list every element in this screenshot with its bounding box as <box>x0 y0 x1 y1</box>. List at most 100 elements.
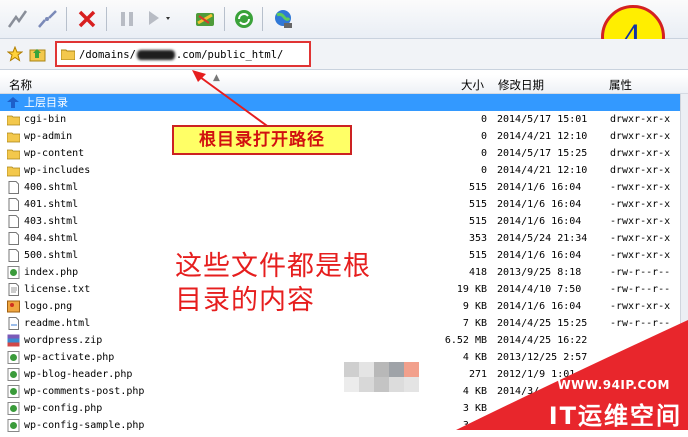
file-attributes: -rwxr-xr-x <box>610 216 671 227</box>
php-file-icon <box>7 351 20 364</box>
column-name[interactable]: 名称 <box>9 77 32 93</box>
watermark-url: WWW.94IP.COM <box>557 378 670 392</box>
file-attributes: -rw-r--r-- <box>610 267 671 278</box>
file-attributes: -rwxr-xr-x <box>610 233 671 244</box>
parent-up-icon <box>7 96 20 109</box>
file-modified: 2014/4/21 12:10 <box>497 165 588 176</box>
transfer-icon[interactable] <box>192 6 218 32</box>
file-attributes: -rwxr-xr-x <box>610 301 671 312</box>
php-file-icon <box>7 385 20 398</box>
contents-annotation-line1: 这些文件都是根 <box>175 251 371 282</box>
file-size: 9 KB <box>462 301 487 312</box>
file-name: wp-blog-header.php <box>24 369 133 380</box>
folder-icon <box>6 130 21 143</box>
file-attributes: drwxr-xr-x <box>610 148 671 159</box>
file-modified: 2014/1/6 16:04 <box>497 250 582 261</box>
file-attributes: -rw-r--r-- <box>610 284 671 295</box>
path-input[interactable]: /domains/ .com/public_html/ <box>55 41 311 67</box>
globe-icon[interactable] <box>270 6 296 32</box>
watermark-title: IT运维空间 <box>548 402 682 430</box>
file-name: wp-activate.php <box>24 352 115 363</box>
file-name: readme.html <box>24 318 91 329</box>
file-name: 403.shtml <box>24 216 79 227</box>
table-row[interactable]: 404.shtml 353 2014/5/24 21:34 -rwxr-xr-x <box>0 230 688 247</box>
file-name: wp-config-sample.php <box>24 420 145 431</box>
file-icon <box>7 232 20 245</box>
table-row[interactable]: wp-includes 0 2014/4/21 12:10 drwxr-xr-x <box>0 162 688 179</box>
file-modified: 2014/1/6 16:04 <box>497 301 582 312</box>
address-bar: /domains/ .com/public_html/ <box>0 39 688 70</box>
file-name: wp-content <box>24 148 85 159</box>
contents-annotation: 这些文件都是根 目录的内容 <box>175 250 371 318</box>
file-attributes: drwxr-xr-x <box>610 114 671 125</box>
file-name: wp-includes <box>24 165 91 176</box>
php-file-icon <box>7 368 20 381</box>
connect-icon[interactable] <box>4 6 30 32</box>
file-name: license.txt <box>24 284 91 295</box>
text-file-icon <box>7 283 20 296</box>
html-file-icon <box>7 317 20 330</box>
php-file-icon <box>7 266 20 279</box>
file-modified: 2014/1/6 16:04 <box>497 182 582 193</box>
file-attributes: drwxr-xr-x <box>610 165 671 176</box>
file-size: 0 <box>480 131 487 142</box>
folder-icon <box>6 164 21 177</box>
column-size[interactable]: 大小 <box>461 77 484 93</box>
table-row[interactable]: 403.shtml 515 2014/1/6 16:04 -rwxr-xr-x <box>0 213 688 230</box>
table-row[interactable]: 400.shtml 515 2014/1/6 16:04 -rwxr-xr-x <box>0 179 688 196</box>
file-size: 0 <box>480 165 487 176</box>
file-size: 515 <box>468 250 487 261</box>
path-suffix: .com/public_html/ <box>175 49 284 61</box>
zip-file-icon <box>7 334 20 347</box>
folder-icon <box>6 147 21 160</box>
php-file-icon <box>7 402 20 415</box>
file-name: 401.shtml <box>24 199 79 210</box>
file-name: logo.png <box>24 301 73 312</box>
file-name: cgi-bin <box>24 114 67 125</box>
file-size: 418 <box>468 267 487 278</box>
file-attributes: -rwxr-xr-x <box>610 199 671 210</box>
file-name: wp-admin <box>24 131 73 142</box>
file-modified: 2014/4/10 7:50 <box>497 284 582 295</box>
toolbar <box>0 0 688 39</box>
up-folder-icon[interactable] <box>29 45 47 66</box>
column-modified[interactable]: 修改日期 <box>498 77 544 93</box>
file-name: index.php <box>24 267 79 278</box>
stop-icon[interactable] <box>74 6 100 32</box>
file-size: 353 <box>468 233 487 244</box>
folder-icon <box>60 48 76 63</box>
file-name: 404.shtml <box>24 233 79 244</box>
file-attributes: -rwxr-xr-x <box>610 182 671 193</box>
file-attributes: drwxr-xr-x <box>610 131 671 142</box>
favorites-star-icon[interactable] <box>6 45 24 65</box>
sort-up-icon: ▲ <box>213 73 220 83</box>
file-modified: 2014/4/21 12:10 <box>497 131 588 142</box>
file-list-header: 名称 ▲ 大小 修改日期 属性 <box>0 73 688 94</box>
refresh-icon[interactable] <box>231 6 257 32</box>
pause-icon[interactable] <box>114 6 140 32</box>
disconnect-icon[interactable] <box>34 6 60 32</box>
redacted-domain <box>136 50 175 60</box>
file-icon <box>7 215 20 228</box>
file-icon <box>7 181 20 194</box>
file-size: 19 KB <box>456 284 487 295</box>
parent-directory-row[interactable]: 上层目录 <box>0 94 688 111</box>
file-modified: 2014/5/17 15:01 <box>497 114 588 125</box>
root-path-callout: 根目录打开路径 <box>172 125 352 155</box>
contents-annotation-line2: 目录的内容 <box>175 285 315 316</box>
file-size: 0 <box>480 148 487 159</box>
file-size: 515 <box>468 216 487 227</box>
file-icon <box>7 198 20 211</box>
table-row[interactable]: 401.shtml 515 2014/1/6 16:04 -rwxr-xr-x <box>0 196 688 213</box>
play-icon[interactable] <box>144 6 170 32</box>
file-name: wp-config.php <box>24 403 103 414</box>
folder-icon <box>6 113 21 126</box>
column-attributes[interactable]: 属性 <box>609 77 632 93</box>
file-name: 400.shtml <box>24 182 79 193</box>
file-icon <box>7 249 20 262</box>
image-file-icon <box>7 300 20 313</box>
file-modified: 2014/1/6 16:04 <box>497 199 582 210</box>
file-modified: 2014/1/6 16:04 <box>497 216 582 227</box>
file-name: 500.shtml <box>24 250 79 261</box>
file-modified: 2014/5/24 21:34 <box>497 233 588 244</box>
